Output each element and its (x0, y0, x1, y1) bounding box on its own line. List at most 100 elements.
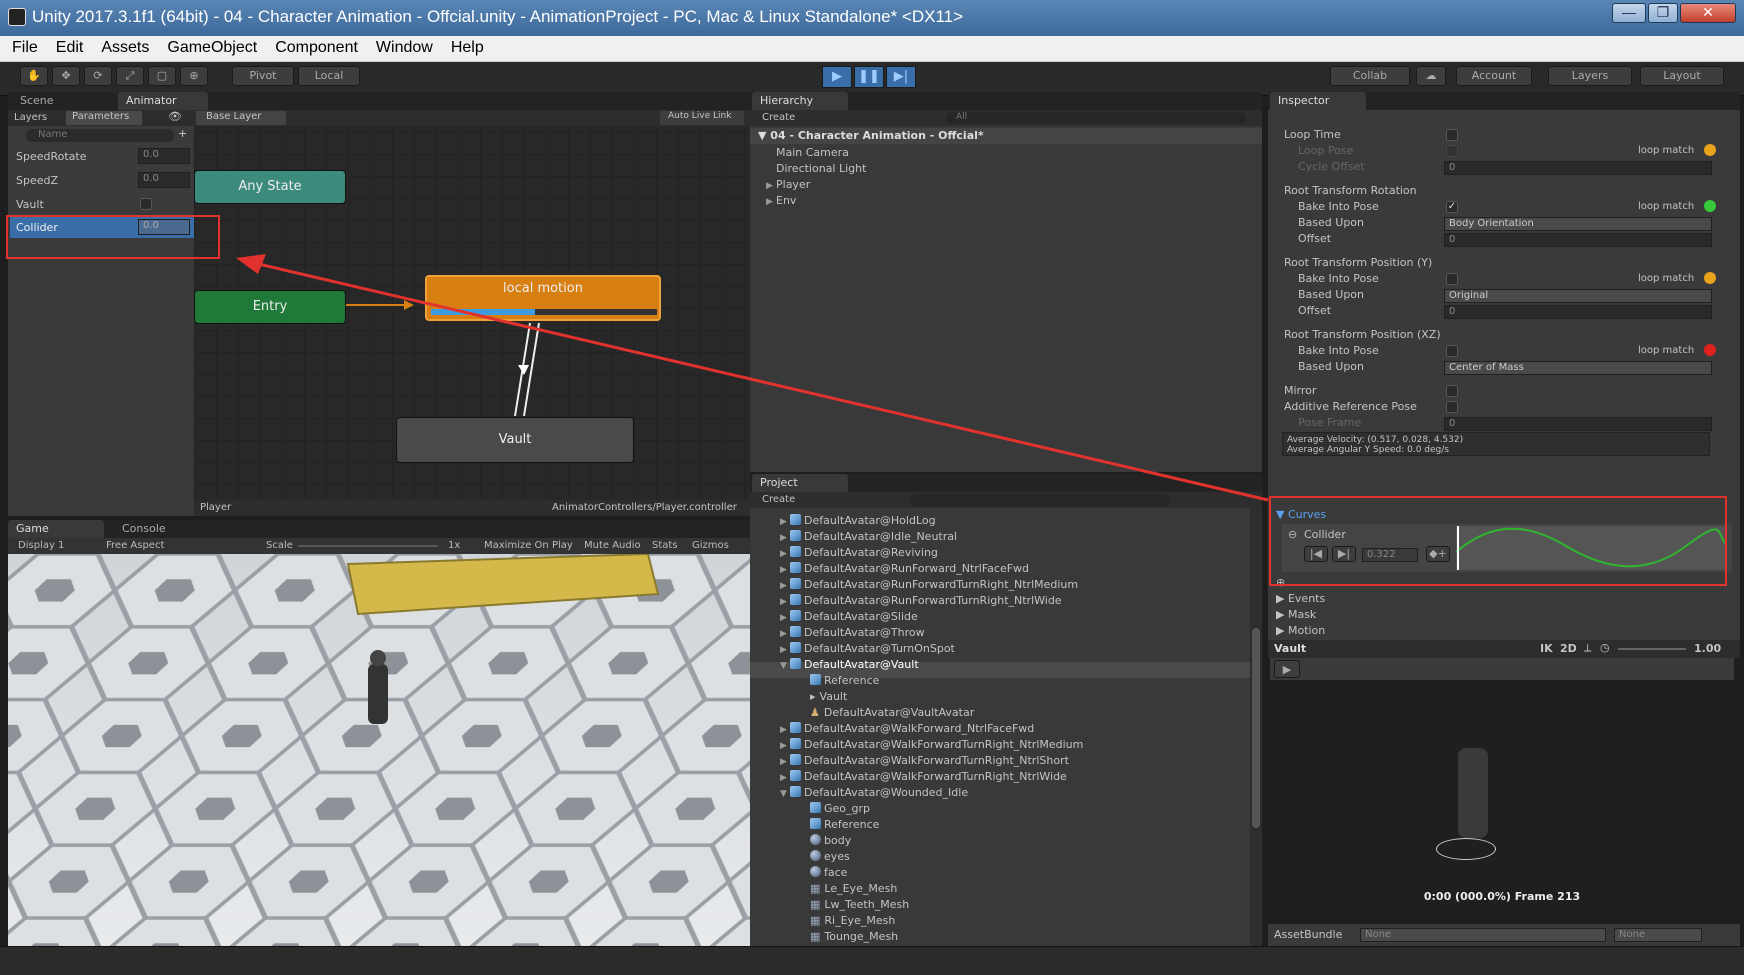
curves-foldout[interactable]: ▼ Curves (1276, 508, 1326, 521)
expand-arrow-icon[interactable]: ▶ (780, 629, 790, 639)
curve-value-field[interactable]: 0.322 (1362, 548, 1418, 562)
param-value[interactable]: 0.0 (138, 148, 190, 164)
collab-dropdown[interactable]: Collab (1330, 66, 1410, 86)
tab-layers[interactable]: Layers (14, 112, 47, 123)
local-toggle[interactable]: Local (298, 66, 360, 86)
speed-slider[interactable] (1618, 648, 1686, 650)
expand-arrow-icon[interactable]: ▶ (780, 581, 790, 591)
layers-dropdown[interactable]: Layers (1548, 66, 1632, 86)
expand-arrow-icon[interactable]: ▶ (780, 757, 790, 767)
close-button[interactable]: ✕ (1680, 3, 1736, 23)
rotate-tool-icon[interactable]: ⟳ (84, 66, 112, 86)
tab-game[interactable]: Game (8, 520, 104, 538)
project-item[interactable]: ▶ DefaultAvatar@Idle_Neutral (780, 530, 957, 543)
project-item[interactable]: ▶ DefaultAvatar@Reviving (780, 546, 938, 559)
account-dropdown[interactable]: Account (1456, 66, 1532, 86)
move-tool-icon[interactable]: ✥ (52, 66, 80, 86)
hierarchy-item[interactable]: ▶ Player (766, 178, 810, 191)
menu-gameobject[interactable]: GameObject (155, 36, 263, 57)
project-item[interactable]: Geo_grp (800, 802, 870, 815)
project-item[interactable]: ▼ DefaultAvatar@Wounded_Idle (780, 786, 968, 799)
project-item[interactable]: ▶ DefaultAvatar@RunForward_NtrlFaceFwd (780, 562, 1029, 575)
step-button[interactable]: ▶| (886, 66, 916, 88)
project-item[interactable]: body (800, 834, 851, 847)
project-item[interactable]: Reference (800, 818, 879, 831)
project-item[interactable]: ▸ Vault (800, 690, 847, 703)
loop-pose-checkbox[interactable] (1446, 145, 1458, 157)
expand-arrow-icon[interactable]: ▶ (780, 645, 790, 655)
expand-arrow-icon[interactable]: ▶ (780, 517, 790, 527)
tab-parameters[interactable]: Parameters (66, 111, 142, 125)
add-key-icon[interactable]: ◆+ (1426, 546, 1450, 562)
rotation-based-dropdown[interactable]: Body Orientation (1444, 217, 1712, 231)
project-item[interactable]: ▦ Le_Eye_Mesh (800, 882, 897, 895)
project-item[interactable]: ▶ DefaultAvatar@RunForwardTurnRight_NtrlW… (780, 594, 1062, 607)
rotation-offset-field[interactable]: 0 (1444, 233, 1712, 247)
prev-key-icon[interactable]: |◀ (1304, 546, 1328, 562)
pose-frame-field[interactable]: 0 (1444, 417, 1712, 431)
tab-scene[interactable]: Scene (12, 92, 62, 110)
menu-component[interactable]: Component (263, 36, 364, 57)
animator-graph[interactable]: Base Layer Auto Live Link Any State Entr… (194, 110, 750, 516)
tab-animator[interactable]: Animator (118, 92, 208, 110)
scene-header[interactable]: ▼ 04 - Character Animation - Offcial* (758, 129, 984, 142)
expand-arrow-icon[interactable]: ▶ (780, 741, 790, 751)
param-value[interactable]: 0.0 (138, 172, 190, 188)
2d-toggle[interactable]: 2D (1560, 642, 1577, 655)
pos-xz-based-dropdown[interactable]: Center of Mass (1444, 361, 1712, 375)
tab-project[interactable]: Project (752, 474, 848, 492)
project-item[interactable]: ▶ DefaultAvatar@WalkForward_NtrlFaceFwd (780, 722, 1034, 735)
preview-play-button[interactable]: ▶ (1274, 660, 1300, 678)
pivot-toggle[interactable]: Pivot (232, 66, 294, 86)
project-item[interactable]: eyes (800, 850, 850, 863)
vault-checkbox[interactable] (140, 198, 152, 210)
expand-arrow-icon[interactable]: ▼ (780, 789, 790, 799)
expand-arrow-icon[interactable]: ▶ (780, 613, 790, 623)
project-item[interactable]: ▶ DefaultAvatar@HoldLog (780, 514, 936, 527)
stats-toggle[interactable]: Stats (652, 540, 678, 551)
cycle-offset-field[interactable]: 0 (1444, 161, 1712, 175)
project-item[interactable]: ▦ Ri_Eye_Mesh (800, 914, 895, 927)
menu-help[interactable]: Help (439, 36, 490, 57)
pos-y-bake-checkbox[interactable] (1446, 273, 1458, 285)
aspect-dropdown[interactable]: Free Aspect (106, 540, 164, 551)
menu-assets[interactable]: Assets (89, 36, 155, 57)
hand-tool-icon[interactable]: ✋ (20, 66, 48, 86)
display-dropdown[interactable]: Display 1 (18, 540, 64, 551)
tab-console[interactable]: Console (114, 520, 174, 538)
mask-foldout[interactable]: ▶ Mask (1276, 608, 1316, 621)
pause-button[interactable]: ❚❚ (854, 66, 884, 88)
additive-checkbox[interactable] (1446, 401, 1458, 413)
mirror-checkbox[interactable] (1446, 385, 1458, 397)
expand-arrow-icon[interactable]: ▶ (780, 549, 790, 559)
project-item[interactable]: ▦ Tounge_Mesh (800, 930, 898, 943)
hierarchy-item[interactable]: Directional Light (766, 162, 866, 175)
pos-y-based-dropdown[interactable]: Original (1444, 289, 1712, 303)
maximize-on-play-toggle[interactable]: Maximize On Play (484, 540, 573, 551)
play-button[interactable]: ▶ (822, 66, 852, 88)
rotation-bake-checkbox[interactable]: ✓ (1446, 201, 1458, 213)
menu-window[interactable]: Window (364, 36, 439, 57)
project-item[interactable]: ▶ DefaultAvatar@Throw (780, 626, 925, 639)
menu-file[interactable]: File (0, 36, 44, 57)
hierarchy-item[interactable]: ▶ Env (766, 194, 796, 207)
pivot-icon[interactable]: ⟂ (1584, 641, 1591, 655)
add-param-icon[interactable]: + (178, 127, 187, 140)
scale-slider[interactable] (298, 545, 438, 547)
assetbundle-dropdown[interactable]: None (1360, 928, 1606, 942)
remove-curve-icon[interactable]: ⊖ (1288, 528, 1297, 541)
eye-icon[interactable]: 👁 (168, 110, 182, 123)
project-item[interactable]: ▶ DefaultAvatar@TurnOnSpot (780, 642, 955, 655)
expand-arrow-icon[interactable]: ▶ (780, 533, 790, 543)
project-item[interactable]: ▦ Lw_Teeth_Mesh (800, 898, 909, 911)
param-value[interactable]: 0.0 (138, 219, 190, 235)
tab-hierarchy[interactable]: Hierarchy (752, 92, 848, 110)
hierarchy-item[interactable]: Main Camera (766, 146, 849, 159)
add-curve-icon[interactable]: ⊕ (1276, 576, 1285, 589)
rect-tool-icon[interactable]: ▢ (148, 66, 176, 86)
cloud-icon[interactable]: ☁ (1416, 66, 1446, 86)
gizmos-dropdown[interactable]: Gizmos (692, 540, 729, 551)
game-view[interactable] (8, 554, 750, 946)
layout-dropdown[interactable]: Layout (1640, 66, 1724, 86)
project-item[interactable]: ▶ DefaultAvatar@Slide (780, 610, 918, 623)
